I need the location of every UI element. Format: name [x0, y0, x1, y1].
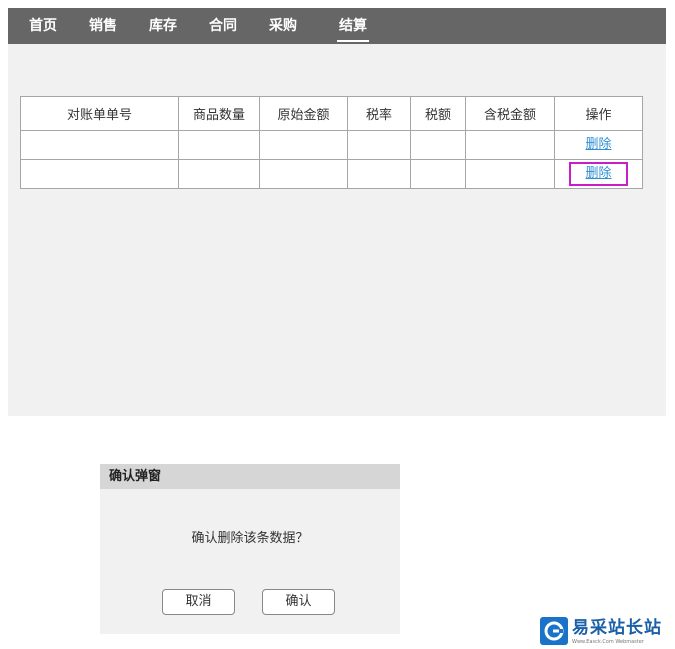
- dialog-title: 确认弹窗: [109, 469, 162, 484]
- column-header-action: 操作: [554, 96, 643, 131]
- dialog-header: 确认弹窗: [100, 464, 400, 489]
- watermark: 易采站长站 Www.Easck.Com Webmaster: [540, 614, 675, 648]
- table-cell: [178, 130, 260, 160]
- nav-item-sales[interactable]: 销售: [89, 17, 117, 35]
- table-cell: [347, 130, 411, 160]
- table-cell: [347, 159, 411, 189]
- table-cell: [259, 159, 348, 189]
- reconciliation-table: 对账单单号 商品数量 原始金额 税率 税额 含税金额 操作 删除 删除: [20, 96, 643, 189]
- column-header-statement-no: 对账单单号: [20, 96, 179, 131]
- column-header-tax-amount: 税额: [410, 96, 466, 131]
- table-cell: [465, 159, 555, 189]
- nav-item-settlement[interactable]: 结算: [337, 17, 369, 42]
- watermark-text: 易采站长站: [572, 618, 662, 638]
- table-cell: [259, 130, 348, 160]
- cancel-button[interactable]: 取消: [162, 589, 235, 615]
- nav-item-inventory[interactable]: 库存: [149, 17, 177, 35]
- column-header-quantity: 商品数量: [178, 96, 260, 131]
- table-cell: [465, 130, 555, 160]
- watermark-logo-icon: [540, 617, 568, 645]
- table-header-row: 对账单单号 商品数量 原始金额 税率 税额 含税金额 操作: [20, 96, 643, 131]
- top-nav: 首页 销售 库存 合同 采购 结算: [8, 8, 666, 44]
- action-cell: 删除: [554, 159, 643, 189]
- table-cell: [410, 159, 466, 189]
- nav-item-purchase[interactable]: 采购: [269, 17, 297, 35]
- confirm-button[interactable]: 确认: [262, 589, 335, 615]
- column-header-amount-incl-tax: 含税金额: [465, 96, 555, 131]
- table-cell: [178, 159, 260, 189]
- nav-item-home[interactable]: 首页: [29, 17, 57, 35]
- dialog-message: 确认删除该条数据？: [191, 531, 309, 546]
- table-cell: [20, 130, 179, 160]
- watermark-subtext: Www.Easck.Com Webmaster: [572, 639, 644, 645]
- table-row: 删除: [20, 130, 643, 160]
- table-row: 删除: [20, 159, 643, 189]
- delete-link-highlighted[interactable]: 删除: [569, 162, 628, 186]
- nav-item-contract[interactable]: 合同: [209, 17, 237, 35]
- column-header-original-amount: 原始金额: [259, 96, 348, 131]
- app-frame: 首页 销售 库存 合同 采购 结算 对账单单号 商品数量 原始金额 税率 税额 …: [8, 8, 666, 416]
- table-cell: [20, 159, 179, 189]
- column-header-tax-rate: 税率: [347, 96, 411, 131]
- action-cell: 删除: [554, 130, 643, 160]
- confirm-dialog: 确认弹窗 确认删除该条数据？ 取消 确认: [100, 464, 400, 634]
- delete-link[interactable]: 删除: [585, 136, 611, 154]
- table-cell: [410, 130, 466, 160]
